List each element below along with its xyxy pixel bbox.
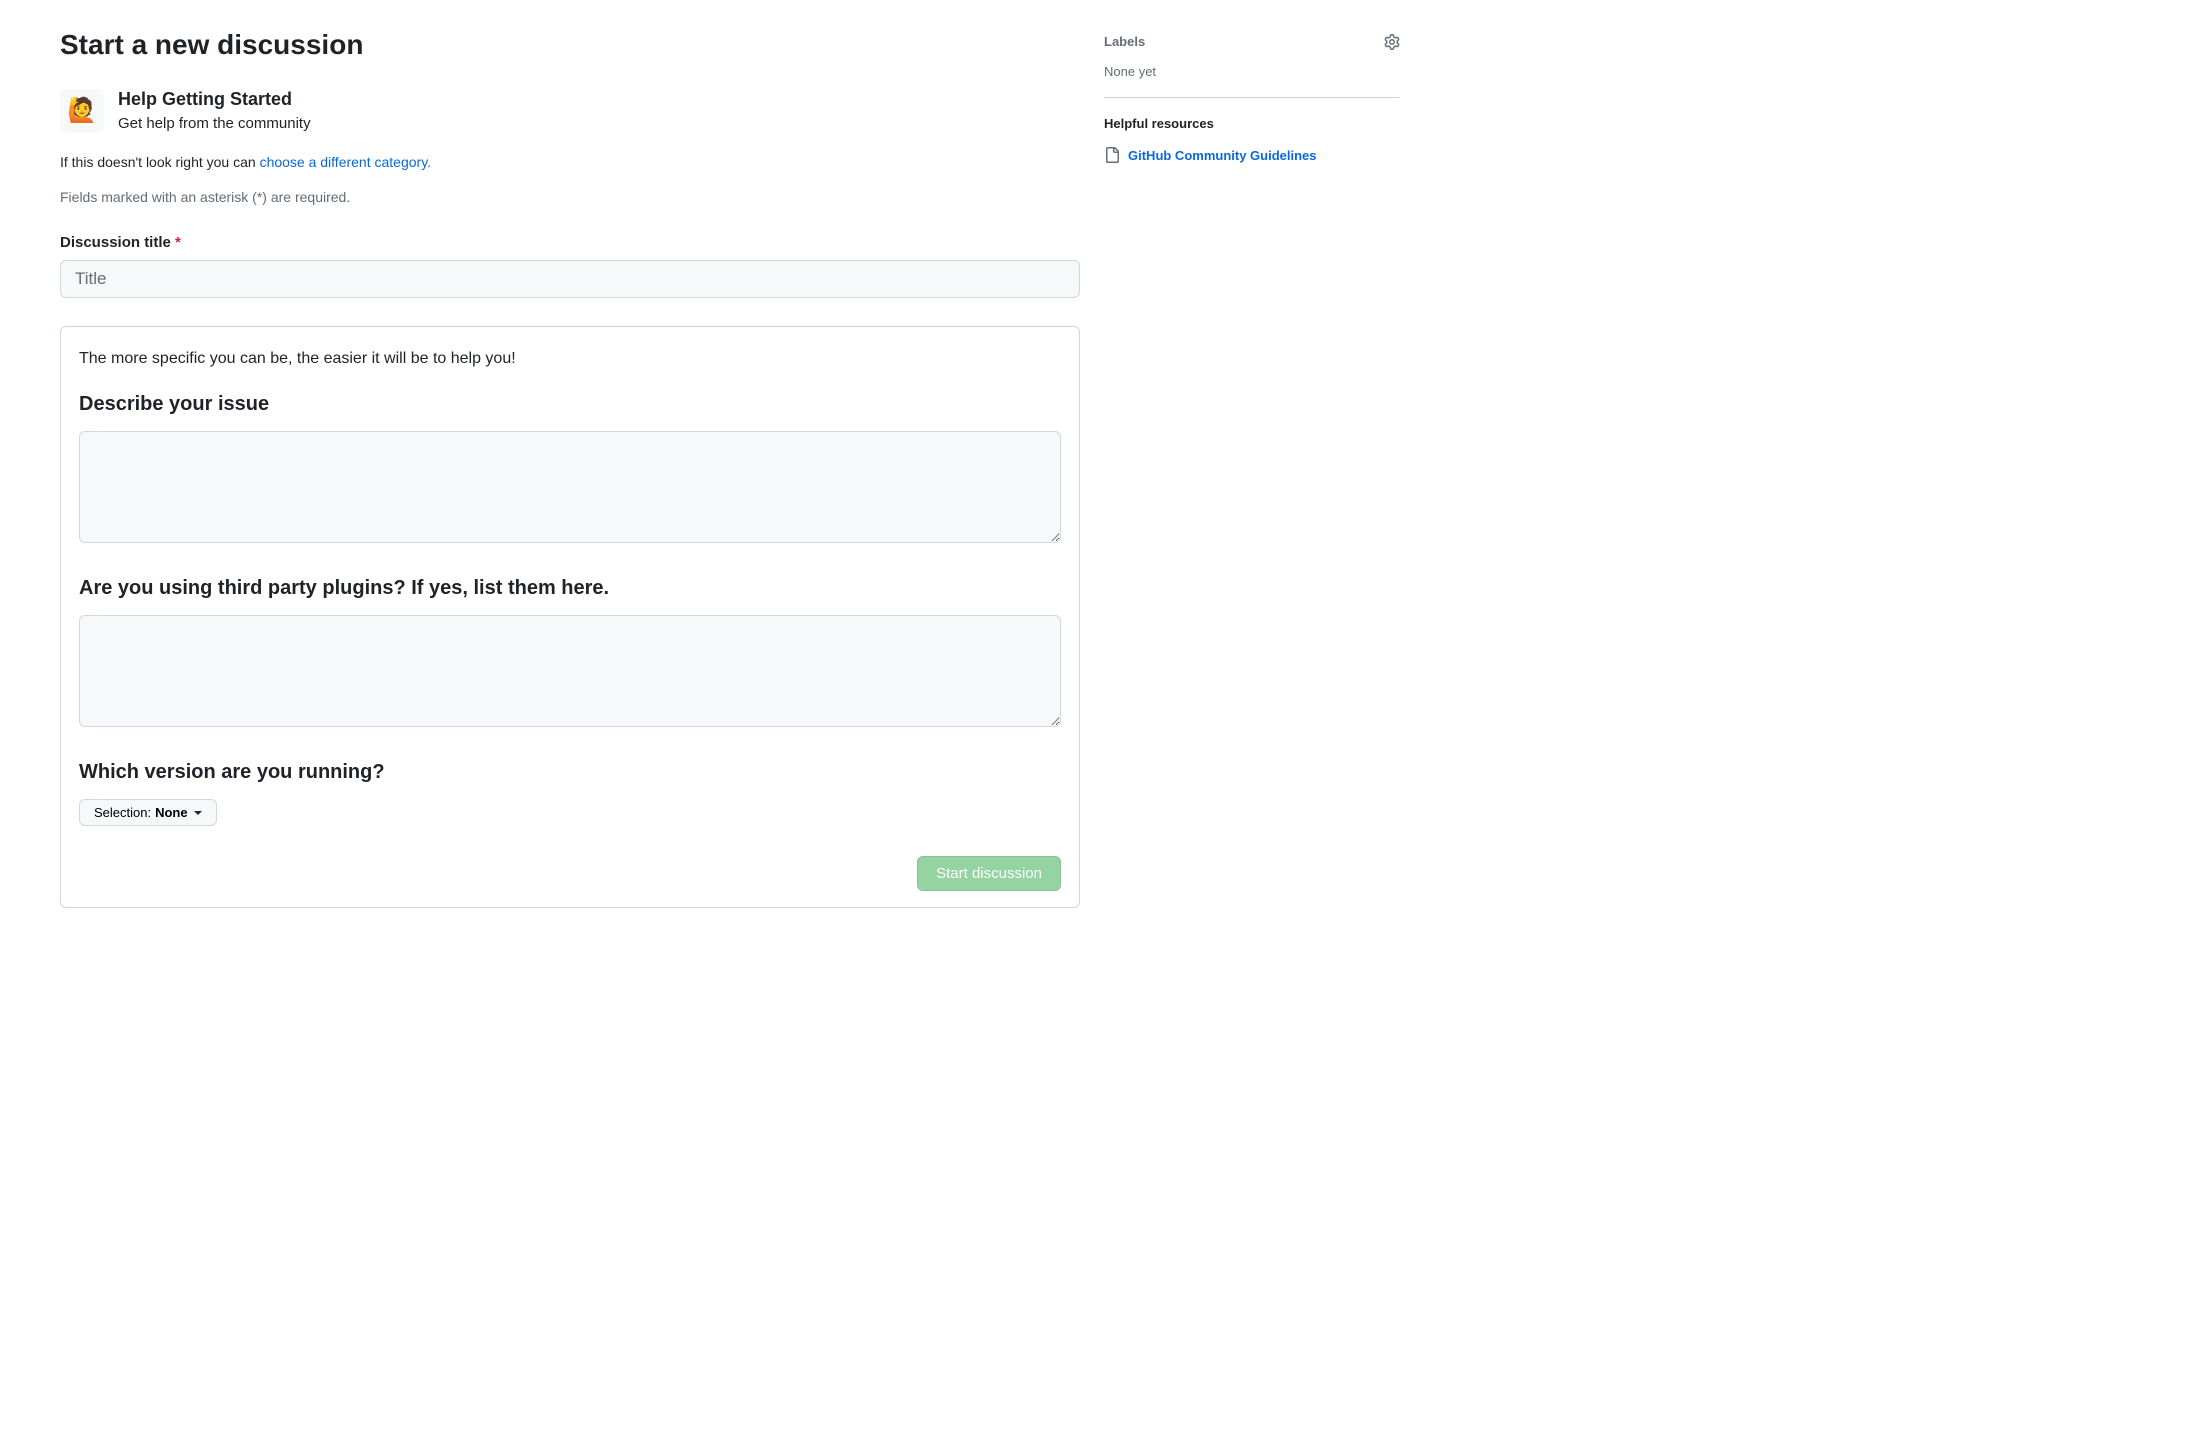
version-select-label: Selection: — [94, 805, 151, 820]
title-label-text: Discussion title — [60, 234, 171, 251]
category-hint: If this doesn't look right you can choos… — [60, 152, 1080, 173]
choose-category-link[interactable]: choose a different category. — [260, 154, 431, 170]
version-select-value: None — [155, 805, 188, 820]
title-label: Discussion title * — [60, 232, 1080, 255]
category-row: 🙋 Help Getting Started Get help from the… — [60, 86, 1080, 136]
discussion-title-input[interactable] — [60, 260, 1080, 298]
category-emoji: 🙋 — [60, 89, 104, 133]
labels-empty: None yet — [1104, 62, 1400, 82]
plugins-heading: Are you using third party plugins? If ye… — [79, 573, 1061, 603]
required-asterisk: * — [175, 234, 181, 251]
start-discussion-button[interactable]: Start discussion — [917, 856, 1061, 891]
category-name: Help Getting Started — [118, 86, 311, 113]
file-icon — [1104, 147, 1120, 163]
chevron-down-icon — [194, 811, 202, 815]
gear-icon[interactable] — [1384, 34, 1400, 50]
version-select-button[interactable]: Selection: None — [79, 799, 217, 826]
community-guidelines-link[interactable]: GitHub Community Guidelines — [1128, 146, 1317, 166]
describe-issue-textarea[interactable] — [79, 431, 1061, 543]
describe-issue-heading: Describe your issue — [79, 389, 1061, 419]
version-heading: Which version are you running? — [79, 757, 1061, 787]
resources-header: Helpful resources — [1104, 114, 1400, 134]
category-description: Get help from the community — [118, 113, 311, 136]
labels-section: Labels None yet — [1104, 32, 1400, 98]
required-fields-note: Fields marked with an asterisk (*) are r… — [60, 187, 1080, 208]
resources-section: Helpful resources GitHub Community Guide… — [1104, 114, 1400, 181]
body-intro-text: The more specific you can be, the easier… — [79, 347, 1061, 371]
hint-prefix: If this doesn't look right you can — [60, 154, 260, 170]
labels-header: Labels — [1104, 32, 1145, 52]
discussion-body-card: The more specific you can be, the easier… — [60, 326, 1080, 908]
sidebar: Labels None yet Helpful resources GitHub… — [1104, 24, 1400, 908]
plugins-textarea[interactable] — [79, 615, 1061, 727]
page-title: Start a new discussion — [60, 24, 1080, 66]
